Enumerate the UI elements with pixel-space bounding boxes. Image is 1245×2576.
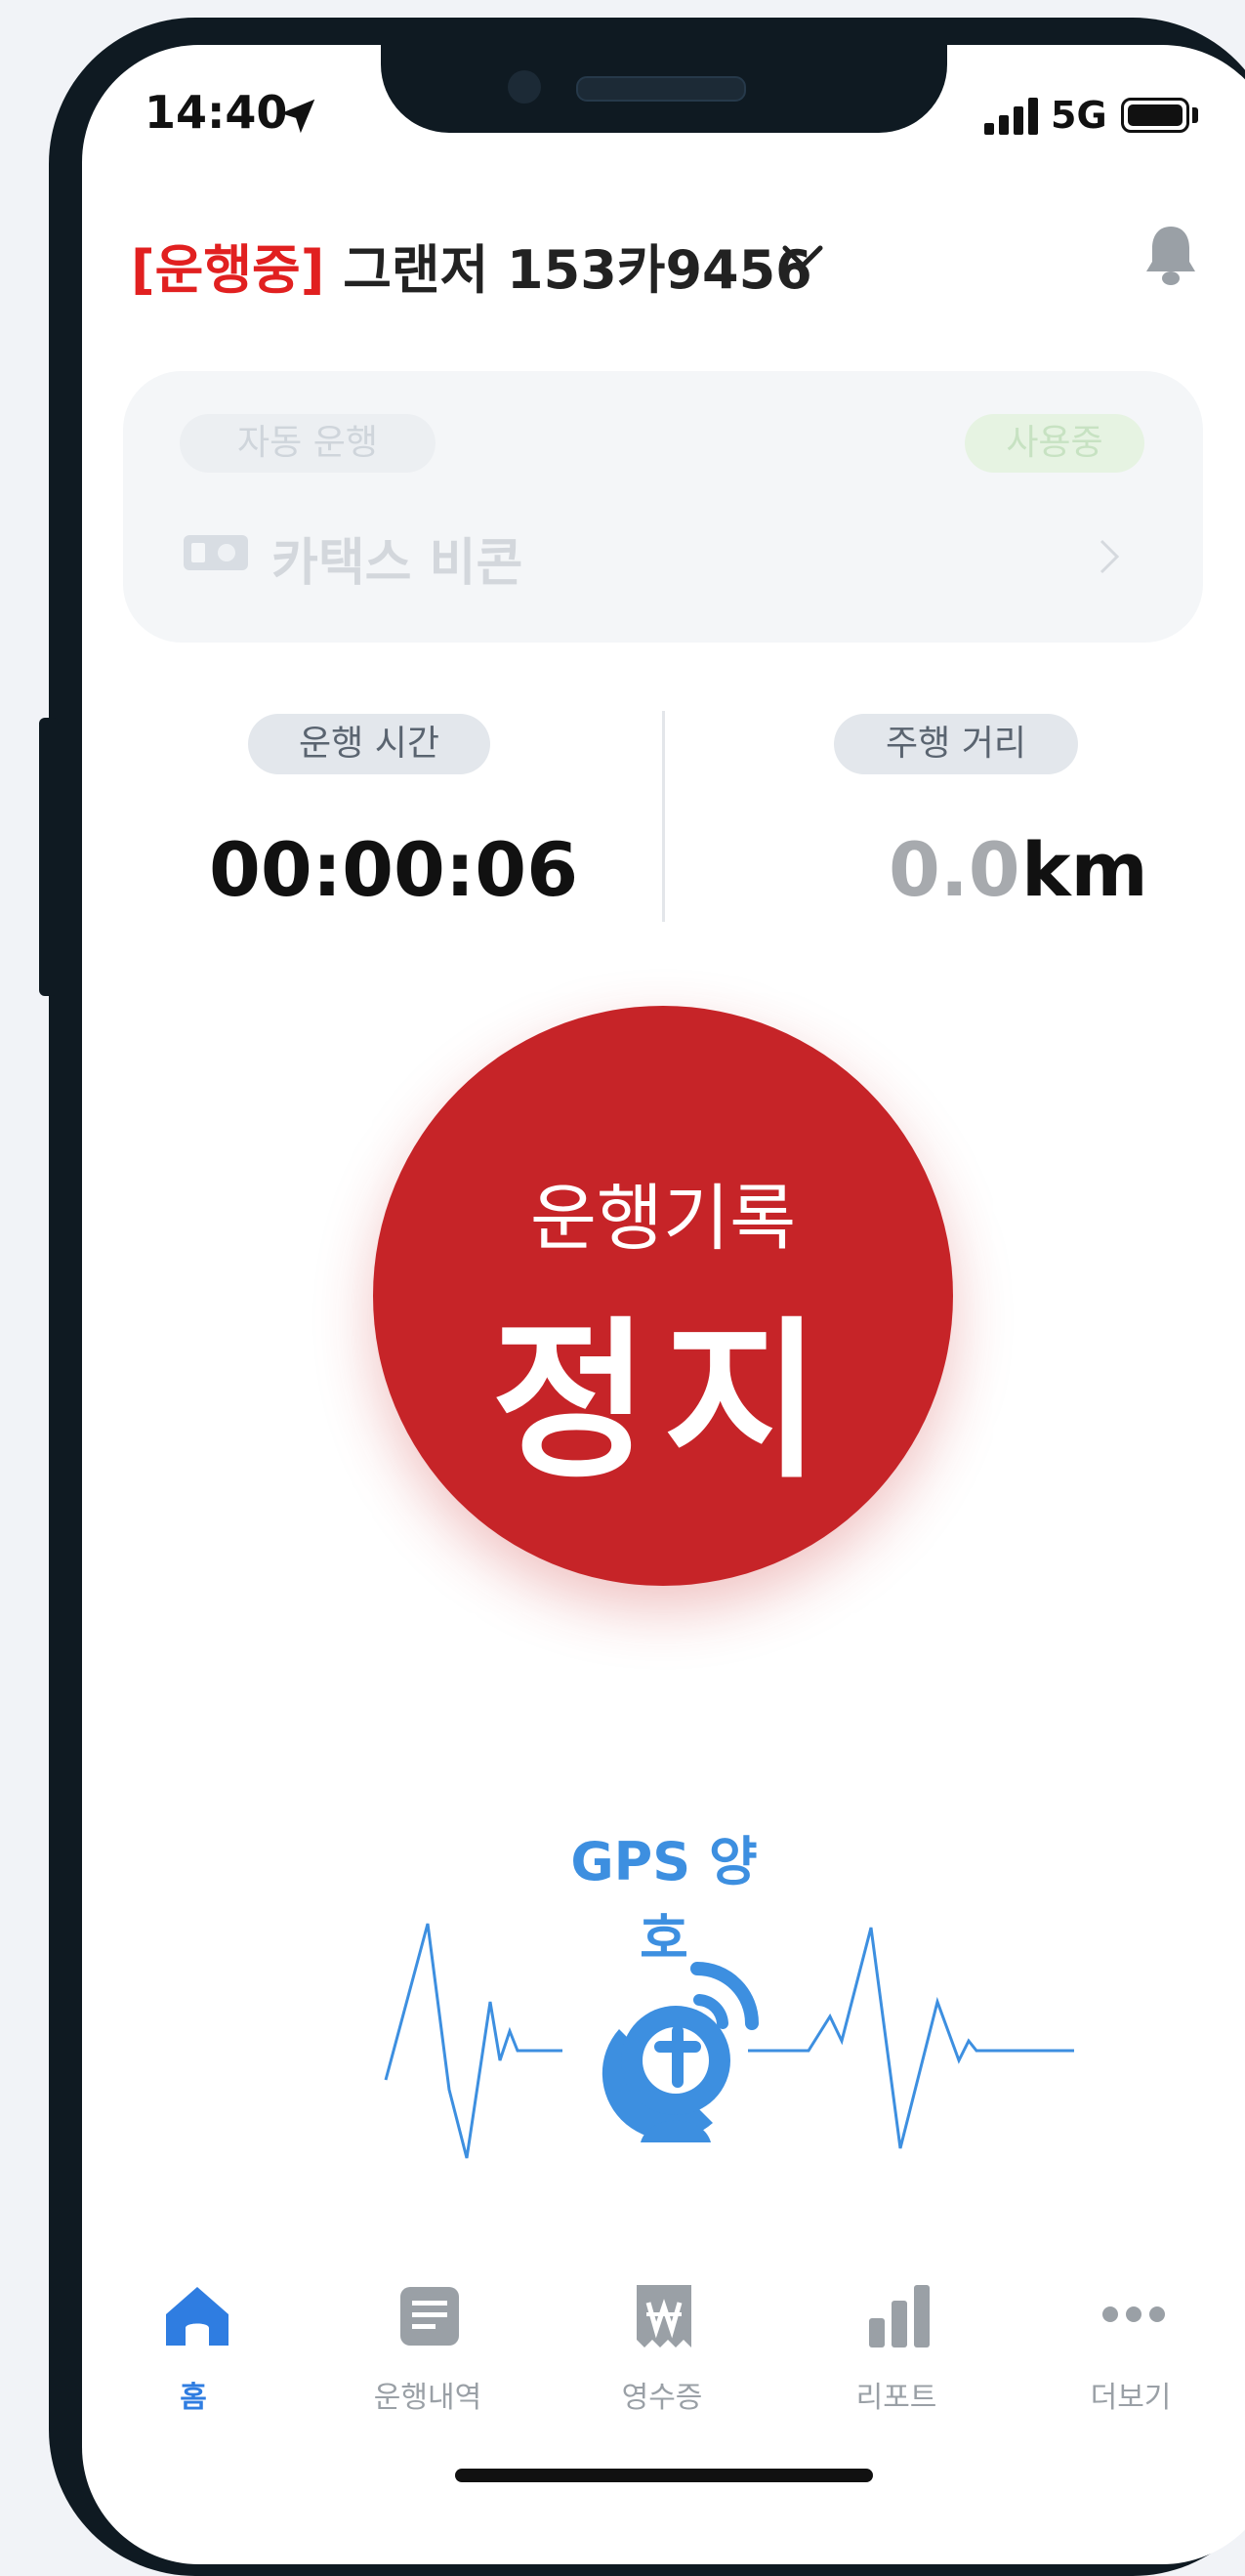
chevron-right-icon (1100, 539, 1120, 574)
heartbeat-line-right (748, 1927, 1074, 2149)
vehicle-selector[interactable]: [운행중] 그랜저 153카9456 (131, 227, 812, 304)
bottom-tab-bar: 홈 운행내역 영수증 리포트 더보기 (82, 2246, 1245, 2441)
battery-icon (1121, 98, 1189, 133)
stop-recording-button[interactable]: 운행기록 정지 (373, 1006, 953, 1586)
stop-button-caption: 운행기록 (529, 1177, 797, 1261)
driving-status-tag: [운행중] (131, 239, 325, 301)
tab-more-label: 더보기 (1090, 2381, 1172, 2415)
location-arrow-icon (280, 99, 315, 134)
stats-divider (662, 711, 665, 922)
battery-tip (1192, 107, 1198, 123)
front-camera (508, 70, 541, 104)
tab-home-label: 홈 (180, 2381, 207, 2415)
bar-chart-icon (869, 2285, 930, 2347)
beacon-device-icon (184, 535, 248, 570)
receipt-won-icon (637, 2285, 691, 2347)
home-icon (166, 2287, 228, 2346)
status-time: 14:40 (145, 86, 288, 139)
drive-time-label: 운행 시간 (248, 714, 490, 774)
home-indicator[interactable] (455, 2469, 873, 2482)
notification-bell-icon[interactable] (1142, 223, 1199, 287)
tab-receipts-label: 영수증 (621, 2381, 703, 2415)
phone-side-button (39, 718, 59, 996)
gps-signal-graphic (384, 1923, 1074, 2159)
tab-report-label: 리포트 (855, 2381, 937, 2415)
satellite-dish-icon (602, 1962, 759, 2142)
chevron-down-icon[interactable] (781, 242, 824, 271)
distance-label: 주행 거리 (834, 714, 1078, 774)
document-icon (400, 2287, 459, 2346)
auto-drive-card[interactable] (123, 371, 1203, 643)
distance-value: 0.0 (889, 826, 1020, 913)
in-use-badge: 사용중 (965, 414, 1144, 473)
network-type: 5G (1051, 94, 1107, 137)
beacon-label: 카택스 비콘 (271, 534, 523, 593)
earpiece-speaker (576, 76, 746, 102)
vehicle-name: 그랜저 153카9456 (343, 239, 812, 301)
tab-trip-history-label: 운행내역 (373, 2381, 482, 2415)
drive-time-value: 00:00:06 (209, 826, 579, 913)
stop-button-label: 정지 (491, 1302, 835, 1502)
heartbeat-line-left (384, 1923, 562, 2159)
auto-drive-tag: 자동 운행 (180, 414, 436, 473)
more-dots-icon (1102, 2306, 1165, 2322)
distance-unit: km (1021, 826, 1148, 913)
signal-bars-icon (984, 98, 1038, 135)
